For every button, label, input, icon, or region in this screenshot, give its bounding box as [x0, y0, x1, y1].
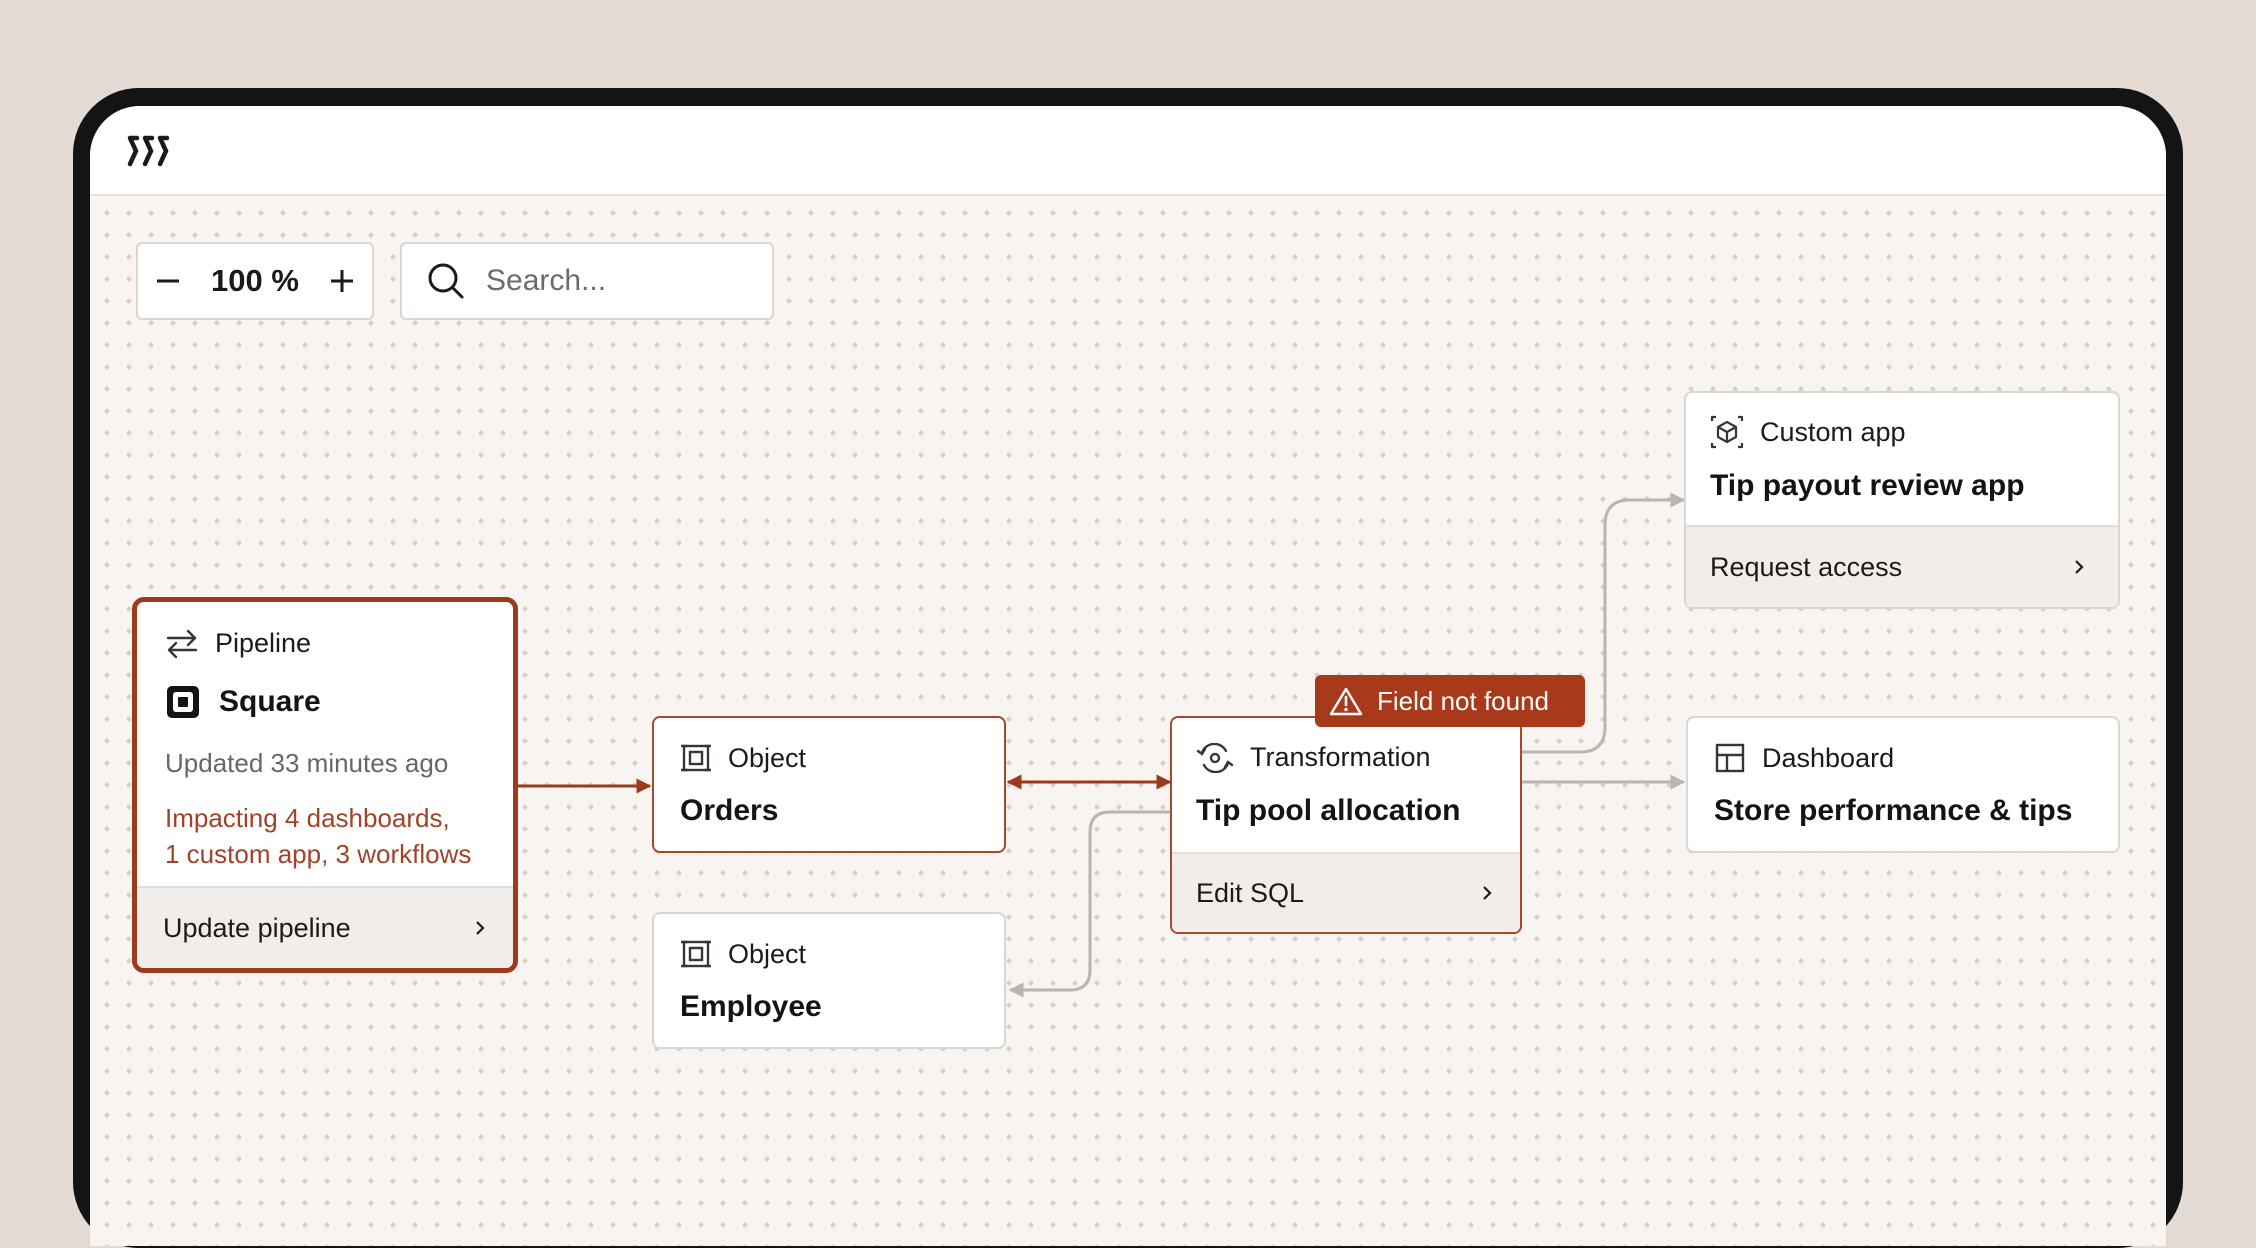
chevron-right-icon [1483, 886, 1492, 900]
node-transformation-tip-pool[interactable]: Transformation Tip pool allocation Edit … [1170, 716, 1522, 934]
node-type-label: Object [728, 938, 807, 969]
chevron-right-icon [2075, 560, 2084, 574]
node-title: Employee [680, 990, 822, 1023]
node-type: Custom app [1710, 415, 1906, 449]
node-title: Store performance & tips [1714, 794, 2073, 827]
object-icon [681, 940, 711, 968]
node-type-label: Pipeline [215, 628, 312, 658]
error-badge[interactable]: Field not found [1315, 675, 1585, 727]
node-title: Tip pool allocation [1196, 794, 1461, 827]
error-badge-label: Field not found [1377, 685, 1550, 716]
minus-icon [157, 279, 179, 283]
wire-employee-transformation [1008, 810, 1170, 998]
search-input[interactable] [484, 263, 748, 299]
footer-label: Update pipeline [163, 912, 351, 943]
search-icon [428, 263, 464, 299]
cube-icon [1710, 415, 1744, 449]
chevron-right-icon [476, 921, 485, 935]
node-object-orders[interactable]: Object Orders [652, 716, 1006, 853]
square-logo-icon [167, 686, 199, 718]
zoom-level: 100 % [211, 263, 299, 298]
node-title: Tip payout review app [1710, 469, 2025, 502]
updated-text: Updated 33 minutes ago [165, 748, 449, 778]
footer-label: Request access [1710, 551, 1903, 582]
zoom-out-button[interactable] [138, 244, 198, 318]
node-custom-app[interactable]: Custom app Tip payout review app Request… [1684, 391, 2120, 609]
impact-line: 1 custom app, 3 workflows [165, 839, 472, 869]
node-dashboard[interactable]: Dashboard Store performance & tips [1686, 716, 2120, 853]
node-type: Object [680, 742, 806, 774]
node-type-label: Transformation [1250, 742, 1431, 772]
node-type-label: Dashboard [1762, 742, 1895, 773]
dashboard-icon [1715, 743, 1745, 773]
edit-sql-button[interactable]: Edit SQL [1172, 852, 1520, 932]
zoom-in-button[interactable] [312, 244, 372, 318]
plus-icon [331, 270, 353, 292]
node-type: Object [680, 938, 806, 970]
impact-text: Impacting 4 dashboards, 1 custom app, 3 … [165, 800, 471, 872]
node-title: Orders [680, 794, 779, 827]
object-icon [681, 744, 711, 772]
impact-line: Impacting 4 dashboards, [165, 803, 450, 833]
request-access-button[interactable]: Request access [1686, 525, 2118, 607]
node-type: Dashboard [1714, 742, 1894, 774]
arrows-exchange-icon [166, 629, 198, 658]
node-type: Transformation [1196, 742, 1431, 773]
node-pipeline-square[interactable]: Pipeline Square Updated 33 minutes ago I… [132, 597, 518, 973]
zoom-control: 100 % [136, 242, 374, 320]
footer-label: Edit SQL [1196, 877, 1305, 908]
node-type-label: Object [728, 742, 807, 773]
update-pipeline-button[interactable]: Update pipeline [137, 886, 513, 968]
node-type-label: Custom app [1760, 416, 1906, 447]
node-type: Pipeline [165, 628, 311, 659]
node-object-employee[interactable]: Object Employee [652, 912, 1006, 1049]
transformation-icon [1196, 742, 1234, 773]
node-title: Square [219, 685, 321, 718]
search-box[interactable] [400, 242, 774, 320]
warning-icon [1329, 687, 1363, 716]
